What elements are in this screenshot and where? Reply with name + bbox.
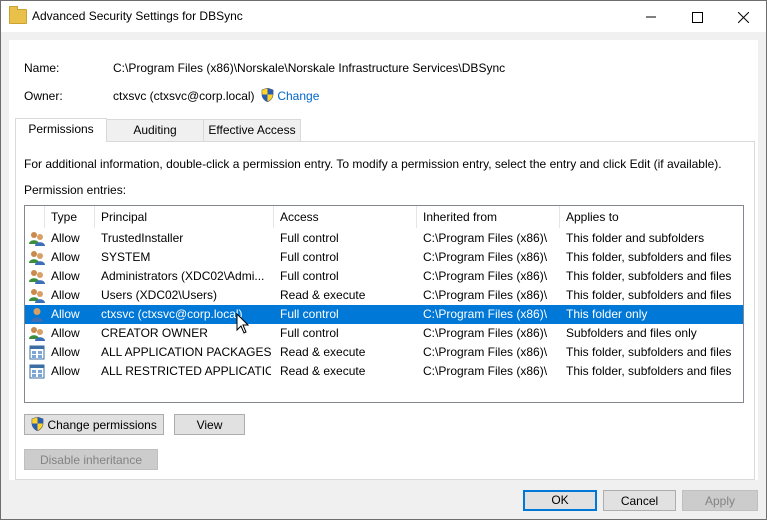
close-button[interactable] (720, 1, 766, 32)
view-button[interactable]: View (174, 414, 245, 435)
cell-type: Allow (51, 250, 80, 264)
cell-access: Full control (280, 326, 339, 340)
tab-permissions[interactable]: Permissions (15, 118, 107, 142)
tab-effective-access[interactable]: Effective Access (203, 119, 301, 141)
group-user-icon (29, 232, 45, 246)
folder-icon (9, 6, 27, 24)
minimize-icon (646, 16, 656, 18)
minimize-button[interactable] (628, 1, 674, 32)
permission-entries-list[interactable]: Type Principal Access Inherited from App… (24, 205, 744, 403)
permission-entry-row[interactable]: Allow SYSTEM Full control C:\Program Files … (25, 248, 743, 267)
permission-entry-row[interactable]: Allow ALL APPLICATION PACKAGES Read & exec… (25, 343, 743, 362)
cell-type: Allow (51, 288, 80, 302)
cell-applies-to: This folder and subfolders (566, 231, 705, 245)
maximize-button[interactable] (674, 1, 720, 32)
permission-entry-row[interactable]: Allow TrustedInstaller Full control C:\Prog… (25, 229, 743, 248)
cell-principal: SYSTEM (101, 250, 151, 264)
permission-entry-row[interactable]: Allow Users (XDC02\Users) Read & execute C:… (25, 286, 743, 305)
cell-access: Read & execute (280, 345, 366, 359)
icon-column-header (25, 206, 45, 228)
owner-label: Owner: (24, 89, 63, 103)
owner-value: ctxsvc (ctxsvc@corp.local) (113, 89, 255, 103)
cell-access: Full control (280, 269, 339, 283)
cell-principal: ALL APPLICATION PACKAGES (101, 345, 271, 359)
close-icon (737, 11, 749, 24)
title-bar[interactable]: Advanced Security Settings for DBSync (1, 1, 766, 32)
cell-applies-to: This folder only (566, 307, 648, 321)
cell-type: Allow (51, 326, 80, 340)
cell-applies-to: This folder, subfolders and files (566, 250, 732, 264)
cell-inherited-from: C:\Program Files (x86)\ (423, 345, 548, 359)
uac-shield-icon (261, 88, 274, 102)
permission-entry-row[interactable]: Allow ctxsvc (ctxsvc@corp.local) Full cont… (25, 305, 743, 324)
instructions-text: For additional information, double-click… (24, 157, 722, 171)
list-header: Type Principal Access Inherited from App… (25, 206, 743, 228)
cell-principal: ALL RESTRICTED APPLICATIO... (101, 364, 271, 378)
apply-button[interactable]: Apply (682, 490, 758, 511)
uac-shield-icon (31, 416, 44, 432)
cell-inherited-from: C:\Program Files (x86)\ (423, 326, 548, 340)
change-link-text[interactable]: Change (277, 89, 319, 103)
cell-type: Allow (51, 269, 80, 283)
cell-type: Allow (51, 364, 80, 378)
ok-button[interactable]: OK (523, 490, 597, 511)
column-header-applies-to[interactable]: Applies to (560, 206, 743, 228)
cell-applies-to: This folder, subfolders and files (566, 345, 732, 359)
group-user-icon (29, 270, 45, 284)
cell-principal: TrustedInstaller (101, 231, 184, 245)
cell-inherited-from: C:\Program Files (x86)\ (423, 288, 548, 302)
permission-entry-row[interactable]: Allow Administrators (XDC02\Admi... Full c… (25, 267, 743, 286)
cell-applies-to: This folder, subfolders and files (566, 364, 732, 378)
cell-type: Allow (51, 345, 80, 359)
disable-inheritance-button[interactable]: Disable inheritance (24, 449, 158, 470)
window-title: Advanced Security Settings for DBSync (32, 9, 243, 23)
package-icon (29, 364, 45, 379)
cell-inherited-from: C:\Program Files (x86)\ (423, 269, 548, 283)
cell-access: Full control (280, 231, 339, 245)
column-header-access[interactable]: Access (274, 206, 417, 228)
group-user-icon (29, 327, 45, 341)
cell-access: Read & execute (280, 364, 366, 378)
cell-access: Full control (280, 307, 339, 321)
maximize-icon (691, 11, 703, 23)
cell-access: Read & execute (280, 288, 366, 302)
cell-principal: Administrators (XDC02\Admi... (101, 269, 265, 283)
group-user-icon (29, 289, 45, 303)
change-permissions-label: Change permissions (47, 418, 157, 432)
mouse-cursor-icon (236, 313, 250, 334)
cell-access: Full control (280, 250, 339, 264)
change-permissions-button[interactable]: Change permissions (24, 414, 164, 435)
cell-inherited-from: C:\Program Files (x86)\ (423, 250, 548, 264)
tab-auditing[interactable]: Auditing (106, 119, 204, 141)
package-icon (29, 345, 45, 360)
permission-entry-row[interactable]: Allow CREATOR OWNER Full control C:\Program… (25, 324, 743, 343)
column-header-type[interactable]: Type (45, 206, 95, 228)
change-owner-link[interactable]: Change (261, 88, 319, 103)
cell-principal: Users (XDC02\Users) (101, 288, 218, 302)
group-user-icon (29, 251, 45, 265)
cancel-button[interactable]: Cancel (603, 490, 676, 511)
cell-inherited-from: C:\Program Files (x86)\ (423, 307, 548, 321)
permission-entry-row[interactable]: Allow ALL RESTRICTED APPLICATIO... Read & … (25, 362, 743, 381)
single-user-icon (31, 308, 43, 322)
cell-applies-to: This folder, subfolders and files (566, 269, 732, 283)
column-header-inherited-from[interactable]: Inherited from (417, 206, 560, 228)
cell-type: Allow (51, 231, 80, 245)
cell-inherited-from: C:\Program Files (x86)\ (423, 364, 548, 378)
cell-applies-to: Subfolders and files only (566, 326, 697, 340)
name-label: Name: (24, 61, 60, 75)
cell-inherited-from: C:\Program Files (x86)\ (423, 231, 548, 245)
cell-type: Allow (51, 307, 80, 321)
column-header-principal[interactable]: Principal (95, 206, 274, 228)
cell-applies-to: This folder, subfolders and files (566, 288, 732, 302)
name-value: C:\Program Files (x86)\Norskale\Norskale… (113, 61, 506, 75)
permission-entries-label: Permission entries: (24, 183, 127, 197)
dialog-window: Advanced Security Settings for DBSync Na… (0, 0, 767, 520)
